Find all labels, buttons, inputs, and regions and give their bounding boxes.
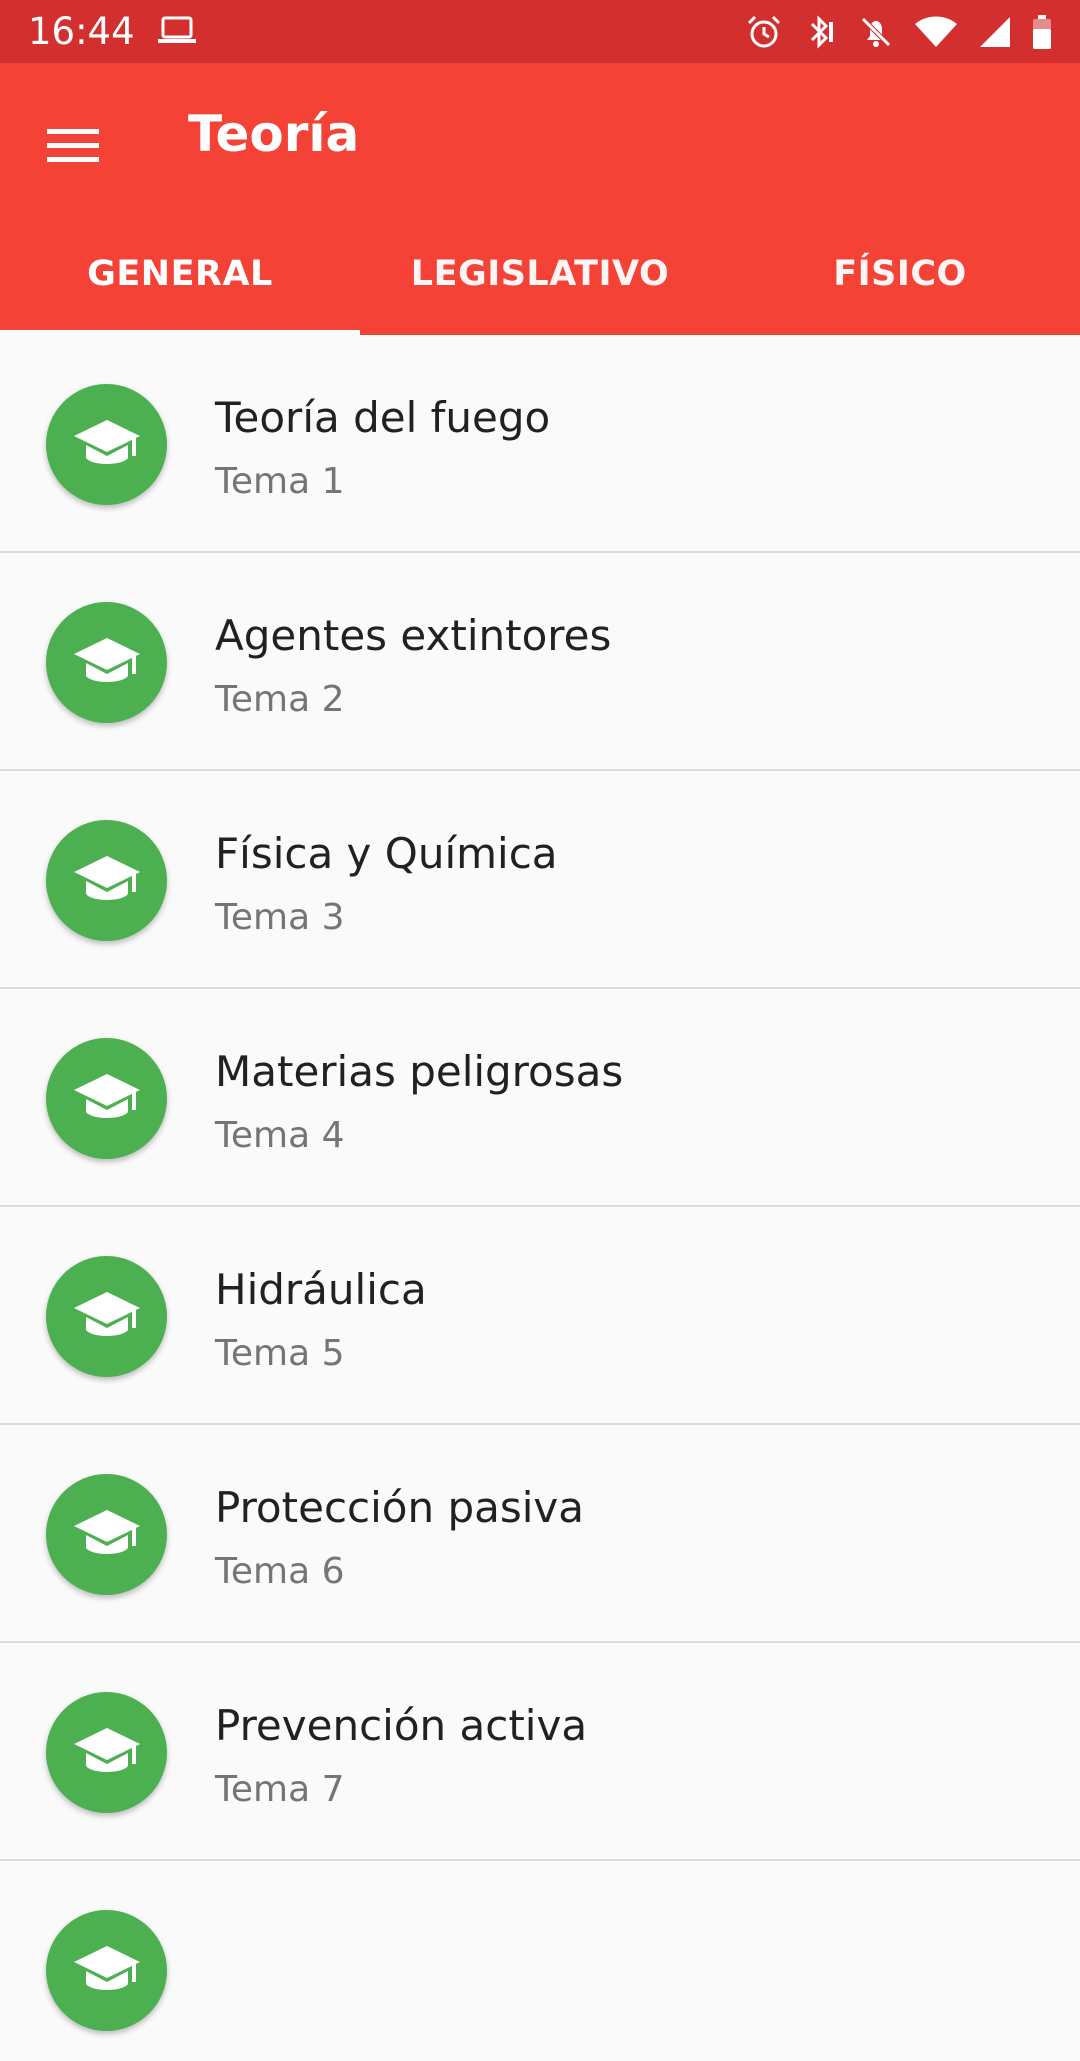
item-subtitle: Tema 2 [215, 679, 345, 720]
list-item[interactable] [0, 1861, 1080, 2061]
avatar [46, 1256, 167, 1377]
bell-off-icon [858, 14, 894, 50]
signal-icon [978, 15, 1012, 49]
graduation-cap-icon [73, 637, 140, 682]
graduation-cap-icon [73, 1509, 140, 1554]
item-title: Agentes extintores [215, 611, 612, 660]
toolbar: Teoría [0, 63, 1080, 213]
graduation-cap-icon [73, 855, 140, 900]
avatar [46, 1038, 167, 1159]
alarm-icon [746, 14, 782, 50]
item-subtitle: Tema 4 [215, 1115, 345, 1156]
tab-fisico[interactable]: FÍSICO [720, 213, 1080, 335]
battery-icon [1032, 14, 1052, 50]
list-item[interactable]: Hidráulica Tema 5 [0, 1207, 1080, 1425]
laptop-icon [157, 15, 197, 49]
item-subtitle: Tema 7 [215, 1769, 345, 1810]
item-subtitle: Tema 6 [215, 1551, 345, 1592]
graduation-cap-icon [73, 1945, 140, 1990]
list-item[interactable]: Teoría del fuego Tema 1 [0, 335, 1080, 553]
graduation-cap-icon [73, 1073, 140, 1118]
list-item[interactable]: Materias peligrosas Tema 4 [0, 989, 1080, 1207]
tab-bar: GENERAL LEGISLATIVO FÍSICO [0, 213, 1080, 335]
tab-legislativo[interactable]: LEGISLATIVO [360, 213, 720, 335]
list-item[interactable]: Protección pasiva Tema 6 [0, 1425, 1080, 1643]
item-title: Hidráulica [215, 1265, 427, 1314]
status-bar: 16:44 [0, 0, 1080, 63]
avatar [46, 1474, 167, 1595]
avatar [46, 1692, 167, 1813]
avatar [46, 384, 167, 505]
item-subtitle: Tema 3 [215, 897, 345, 938]
list-item[interactable]: Física y Química Tema 3 [0, 771, 1080, 989]
avatar [46, 1910, 167, 2031]
item-title: Teoría del fuego [215, 393, 551, 442]
list-item[interactable]: Prevención activa Tema 7 [0, 1643, 1080, 1861]
graduation-cap-icon [73, 1727, 140, 1772]
item-subtitle: Tema 1 [215, 461, 345, 502]
item-title: Física y Química [215, 829, 558, 878]
menu-button[interactable] [28, 101, 118, 191]
item-title: Materias peligrosas [215, 1047, 624, 1096]
avatar [46, 602, 167, 723]
wifi-icon [914, 15, 958, 49]
tab-general[interactable]: GENERAL [0, 213, 360, 335]
bluetooth-icon [802, 14, 838, 50]
avatar [46, 820, 167, 941]
app-bar: Teoría GENERAL LEGISLATIVO FÍSICO [0, 63, 1080, 335]
graduation-cap-icon [73, 1291, 140, 1336]
hamburger-menu-icon [47, 129, 99, 162]
list-item[interactable]: Agentes extintores Tema 2 [0, 553, 1080, 771]
item-title: Prevención activa [215, 1701, 588, 1750]
status-time: 16:44 [28, 10, 135, 53]
page-title: Teoría [188, 105, 360, 163]
graduation-cap-icon [73, 419, 140, 464]
item-title: Protección pasiva [215, 1483, 584, 1532]
item-subtitle: Tema 5 [215, 1333, 345, 1374]
topic-list: Teoría del fuego Tema 1 Agentes extintor… [0, 335, 1080, 2061]
